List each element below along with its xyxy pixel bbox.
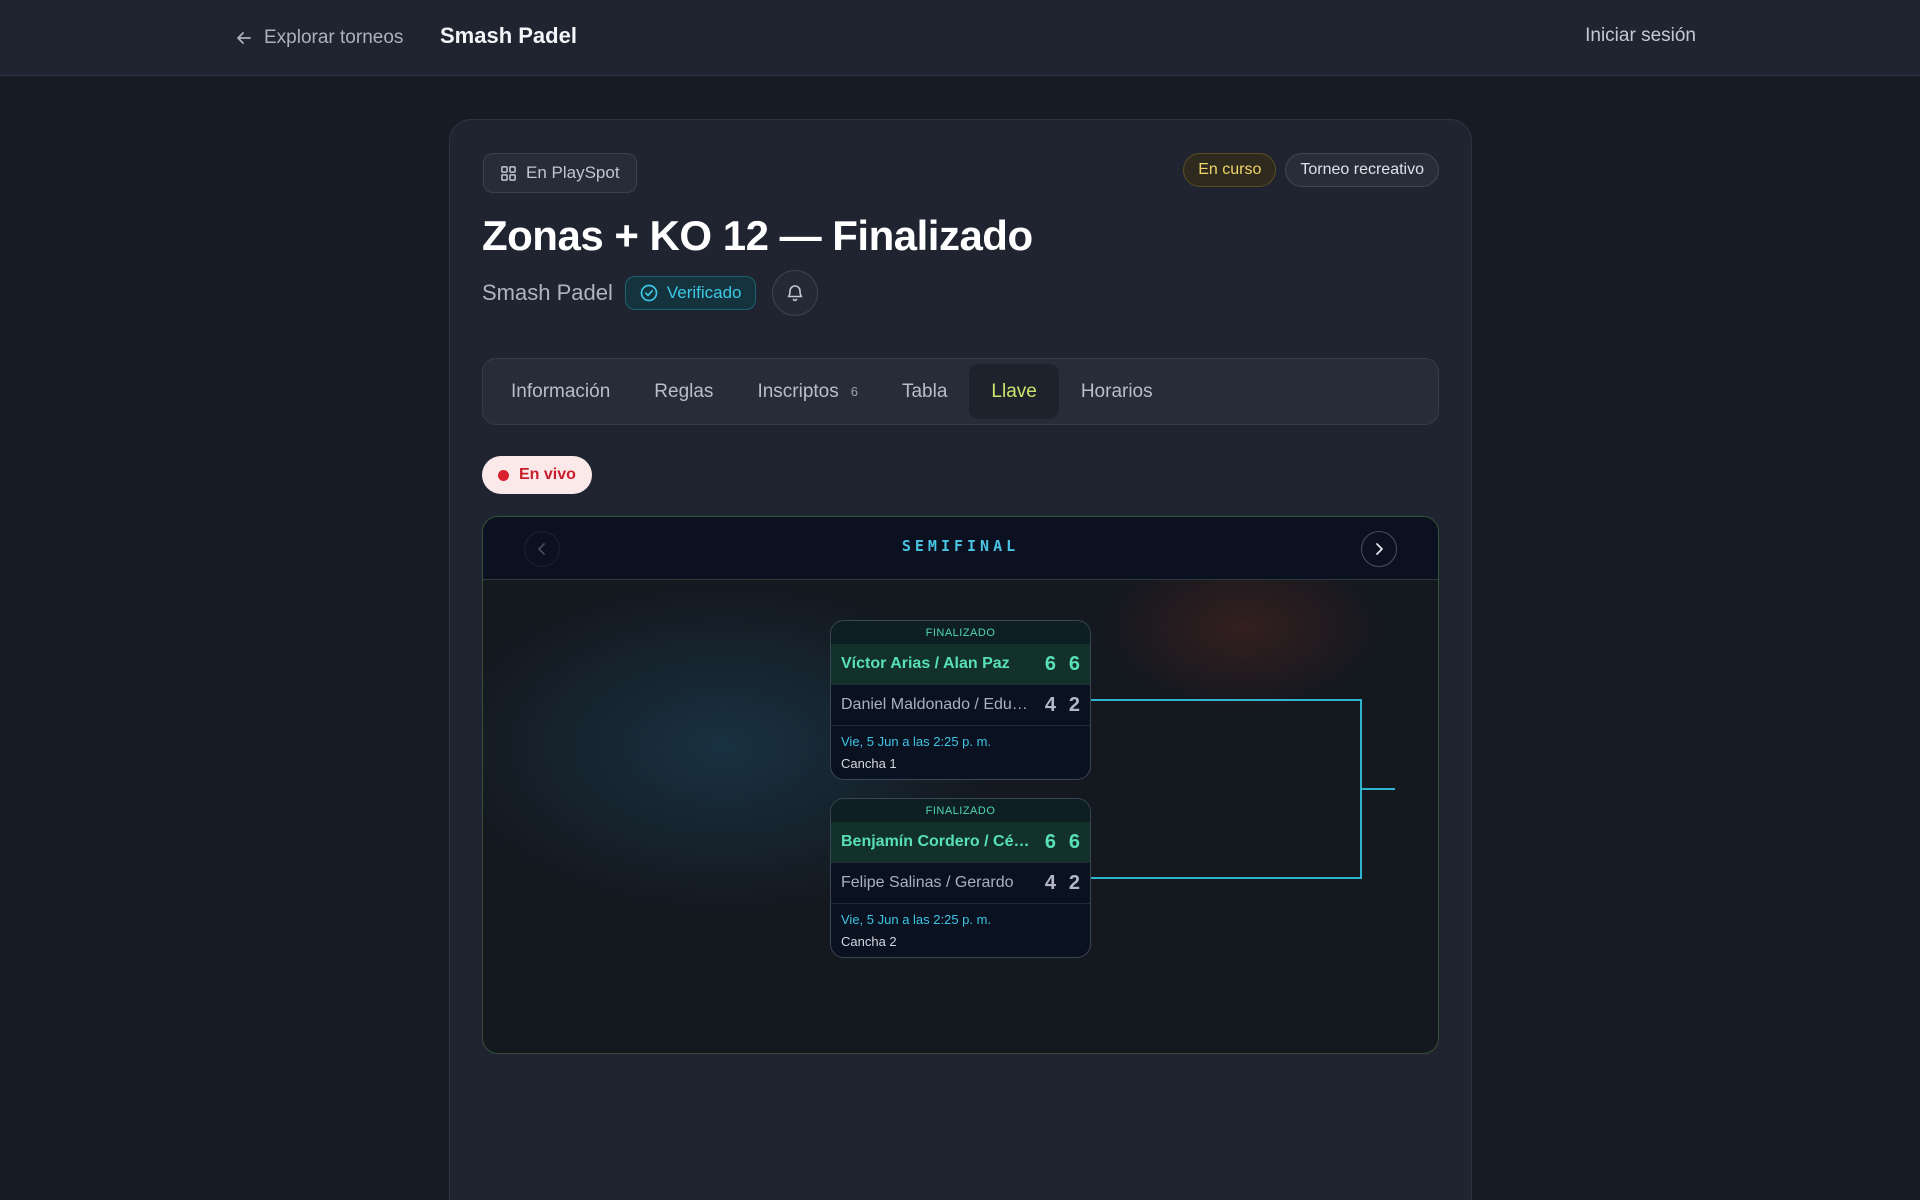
- type-badge: Torneo recreativo: [1285, 153, 1439, 187]
- match-status: FINALIZADO: [831, 799, 1090, 822]
- page-title: Zonas + KO 12 — Finalizado: [482, 212, 1033, 259]
- tab-horarios[interactable]: Horarios: [1059, 364, 1175, 419]
- tab-reglas[interactable]: Reglas: [632, 364, 735, 419]
- tab-label: Información: [511, 380, 611, 402]
- team-row-winner: Víctor Arias / Alan Paz 6 6: [831, 644, 1090, 685]
- live-label: En vivo: [519, 466, 576, 483]
- match-status: FINALIZADO: [831, 621, 1090, 644]
- check-circle-icon: [640, 284, 658, 302]
- explore-tournaments-label: Explorar torneos: [264, 27, 404, 48]
- tournament-card: En PlaySpot En curso Torneo recreativo Z…: [449, 119, 1472, 1200]
- tab-informacion[interactable]: Información: [489, 364, 632, 419]
- explore-tournaments-link[interactable]: Explorar torneos: [234, 24, 403, 52]
- match-info: Vie, 5 Jun a las 2:25 p. m. Cancha 1: [831, 726, 1090, 771]
- team-name: Felipe Salinas / Gerardo: [841, 874, 1014, 891]
- status-badge: En curso: [1183, 153, 1277, 187]
- team-name: Daniel Maldonado / Eduardo: [841, 696, 1032, 713]
- status-badges: En curso Torneo recreativo: [1183, 153, 1439, 187]
- match-court: Cancha 1: [841, 756, 897, 771]
- tab-label: Llave: [991, 380, 1037, 402]
- match-card[interactable]: FINALIZADO Benjamín Cordero / César 6 6 …: [830, 798, 1091, 958]
- bracket-connector-lines: [1091, 699, 1395, 879]
- tab-label: Reglas: [654, 380, 714, 402]
- bracket-view: SEMIFINAL FINALIZADO Víctor Arias / Alan…: [482, 516, 1439, 1054]
- team-row: Felipe Salinas / Gerardo 4 2: [831, 863, 1090, 904]
- bell-icon: [787, 285, 802, 302]
- grid-icon: [501, 165, 516, 181]
- match-date: Vie, 5 Jun a las 2:25 p. m.: [841, 912, 992, 927]
- top-bar: Explorar torneos Smash Padel Iniciar ses…: [0, 0, 1920, 76]
- tab-inscriptos[interactable]: Inscriptos 6: [735, 364, 880, 419]
- match-card[interactable]: FINALIZADO Víctor Arias / Alan Paz 6 6 D…: [830, 620, 1091, 780]
- team-name: Benjamín Cordero / César: [841, 833, 1032, 850]
- live-indicator[interactable]: En vivo: [482, 456, 592, 494]
- match-info: Vie, 5 Jun a las 2:25 p. m. Cancha 2: [831, 904, 1090, 949]
- set-score: 4: [1044, 693, 1056, 716]
- tournament-tabs: Información Reglas Inscriptos 6 Tabla Ll…: [482, 358, 1439, 425]
- tab-label: Horarios: [1080, 380, 1153, 402]
- tab-label: Tabla: [901, 380, 948, 402]
- set-score: 6: [1044, 830, 1056, 853]
- verified-badge: Verificado: [624, 276, 756, 310]
- platform-chip-label: En PlaySpot: [526, 163, 620, 182]
- brand-name[interactable]: Smash Padel: [440, 23, 577, 49]
- team-name: Víctor Arias / Alan Paz: [841, 655, 1010, 672]
- set-score: 2: [1068, 871, 1080, 894]
- arrow-left-icon: [237, 32, 251, 44]
- tab-llave[interactable]: Llave: [969, 364, 1059, 419]
- tab-label: Inscriptos: [757, 380, 839, 402]
- login-link[interactable]: Iniciar sesión: [1585, 25, 1696, 47]
- notifications-button[interactable]: [771, 270, 818, 316]
- organizer-name[interactable]: Smash Padel: [482, 280, 613, 306]
- set-score: 2: [1068, 693, 1080, 716]
- verified-label: Verificado: [666, 283, 742, 302]
- set-score: 6: [1044, 652, 1056, 675]
- platform-chip: En PlaySpot: [483, 153, 637, 193]
- registrants-count: 6: [850, 384, 858, 399]
- team-row-winner: Benjamín Cordero / César 6 6: [831, 822, 1090, 863]
- set-score: 6: [1068, 652, 1080, 675]
- live-dot-icon: [498, 469, 509, 481]
- set-score: 4: [1044, 871, 1056, 894]
- team-row: Daniel Maldonado / Eduardo 4 2: [831, 685, 1090, 726]
- tab-tabla[interactable]: Tabla: [880, 364, 969, 419]
- match-court: Cancha 2: [841, 934, 897, 949]
- set-score: 6: [1068, 830, 1080, 853]
- organizer-row: Smash Padel Verificado: [482, 270, 818, 316]
- match-date: Vie, 5 Jun a las 2:25 p. m.: [841, 734, 992, 749]
